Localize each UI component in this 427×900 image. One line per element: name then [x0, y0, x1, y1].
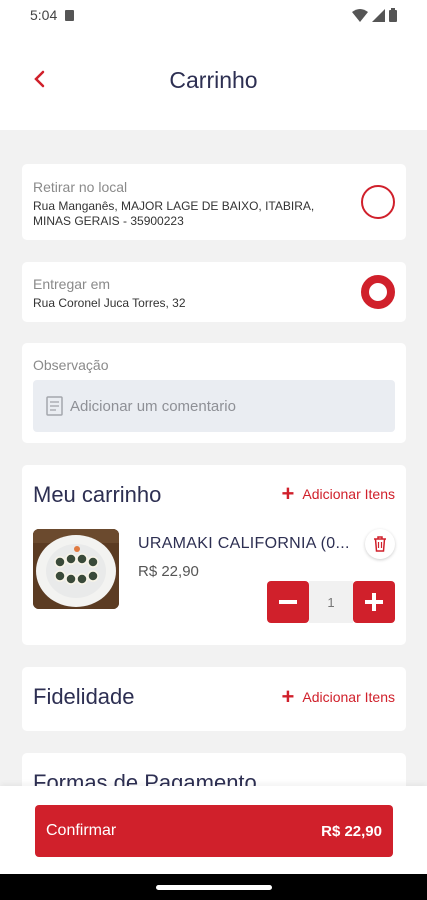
wifi-icon: [352, 8, 368, 22]
confirm-button[interactable]: Confirmar R$ 22,90: [35, 805, 393, 857]
delivery-radio[interactable]: [361, 275, 395, 309]
observation-input[interactable]: Adicionar um comentario: [33, 380, 395, 432]
loyalty-title: Fidelidade: [33, 684, 135, 709]
delivery-label: Entregar em: [33, 276, 111, 292]
back-button[interactable]: [28, 66, 50, 92]
decrease-quantity-button[interactable]: [267, 581, 309, 623]
loyalty-add-items-label: Adicionar Itens: [302, 689, 395, 705]
pickup-label: Retirar no local: [33, 179, 128, 195]
app-header: Carrinho: [0, 30, 427, 130]
document-icon: [46, 396, 63, 416]
quantity-value: 1: [309, 581, 353, 623]
delivery-address: Rua Coronel Juca Torres, 32: [33, 296, 186, 310]
home-gesture-handle[interactable]: [156, 885, 272, 890]
delivery-option-card[interactable]: Entregar em Rua Coronel Juca Torres, 32: [22, 262, 406, 322]
status-icons: [352, 8, 397, 22]
signal-icon: [372, 8, 385, 22]
loyalty-add-items-button[interactable]: + Adicionar Itens: [281, 684, 395, 709]
my-cart-title: Meu carrinho: [33, 482, 162, 507]
page-title: Carrinho: [169, 66, 258, 93]
product-image: [33, 529, 119, 609]
battery-icon: [389, 8, 397, 22]
product-price: R$ 22,90: [138, 563, 199, 580]
remove-item-button[interactable]: [365, 529, 395, 559]
plus-icon: [365, 593, 383, 611]
bottom-bar: Confirmar R$ 22,90: [0, 786, 427, 874]
pickup-address: Rua Manganês, MAJOR LAGE DE BAIXO, ITABI…: [33, 199, 315, 228]
order-total: R$ 22,90: [321, 822, 382, 840]
cart-add-items-button[interactable]: + Adicionar Itens: [281, 481, 395, 506]
plus-icon: +: [281, 481, 295, 506]
trash-icon: [374, 536, 386, 552]
loyalty-card: Fidelidade + Adicionar Itens: [22, 667, 406, 731]
cart-add-items-label: Adicionar Itens: [302, 486, 395, 502]
status-bar: 5:04: [0, 0, 427, 30]
observation-label: Observação: [33, 357, 109, 373]
plus-icon: +: [281, 684, 295, 709]
pickup-radio[interactable]: [361, 185, 395, 219]
observation-placeholder: Adicionar um comentario: [70, 397, 236, 415]
status-time: 5:04: [30, 7, 58, 23]
observation-card: Observação Adicionar um comentario: [22, 343, 406, 443]
system-nav-bar: [0, 874, 427, 900]
minus-icon: [279, 600, 297, 604]
confirm-label: Confirmar: [46, 822, 117, 839]
cart-content[interactable]: Retirar no local Rua Manganês, MAJOR LAG…: [0, 130, 427, 790]
sd-card-icon: [65, 9, 75, 21]
payment-methods-card: Formas de Pagamento: [22, 753, 406, 790]
increase-quantity-button[interactable]: [353, 581, 395, 623]
my-cart-card: Meu carrinho + Adicionar Itens URAMAKI C…: [22, 465, 406, 645]
back-arrow-icon: [34, 70, 45, 88]
pickup-option-card[interactable]: Retirar no local Rua Manganês, MAJOR LAG…: [22, 164, 406, 240]
quantity-stepper: 1: [267, 581, 395, 623]
product-name: URAMAKI CALIFORNIA (0...: [138, 535, 350, 552]
